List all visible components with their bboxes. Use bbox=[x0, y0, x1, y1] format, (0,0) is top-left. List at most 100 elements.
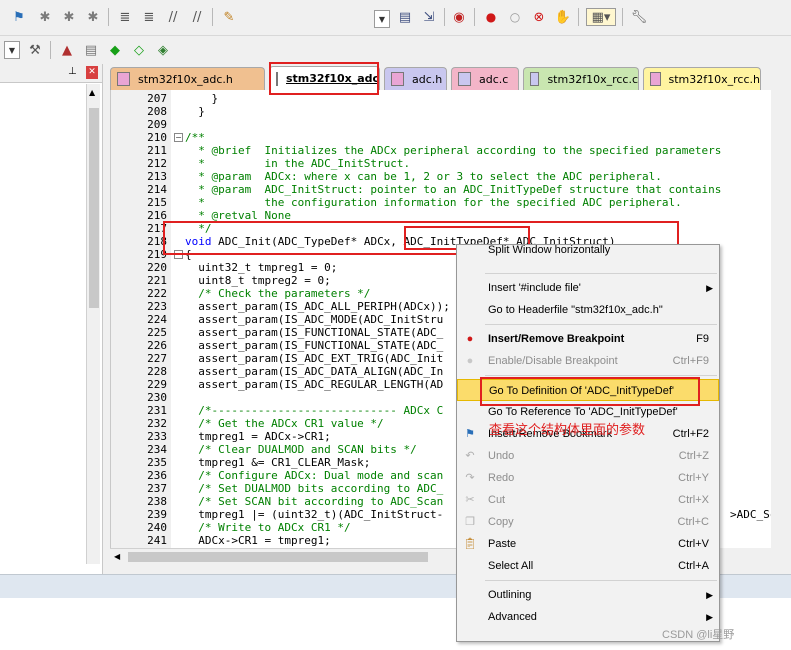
tab-adc-h[interactable]: adc.h bbox=[384, 67, 447, 90]
editor-horizontal-scrollbar[interactable]: ◀ bbox=[110, 548, 456, 565]
build-icon[interactable]: ▤ bbox=[396, 8, 414, 26]
line-number: 219 bbox=[147, 248, 167, 261]
code-line[interactable]: assert_param(IS_FUNCTIONAL_STATE(ADC_ bbox=[185, 339, 443, 352]
project-icon[interactable]: ▲ bbox=[58, 41, 76, 59]
code-line[interactable]: assert_param(IS_ADC_REGULAR_LENGTH(AD bbox=[185, 378, 443, 391]
fold-toggle-icon[interactable]: − bbox=[174, 133, 183, 142]
code-line[interactable]: /* Clear DUALMOD and SCAN bits */ bbox=[185, 443, 417, 456]
code-line[interactable]: { bbox=[185, 248, 192, 261]
settings-icon[interactable]: 🔧︎ bbox=[630, 8, 648, 26]
code-line[interactable]: /* Set DUALMOD bits according to ADC_ bbox=[185, 482, 443, 495]
pack-icon[interactable]: ◈ bbox=[154, 41, 172, 59]
code-line[interactable]: * @brief Initializes the ADCx peripheral… bbox=[185, 144, 721, 157]
code-line[interactable]: /*---------------------------- ADCx C bbox=[185, 404, 443, 417]
project-pane-scrollbar[interactable]: ▲ bbox=[86, 84, 100, 564]
annotation-text: 查看这个结构体里面的参数 bbox=[489, 423, 646, 438]
tab-stm32f10x-rcc-c[interactable]: stm32f10x_rcc.c bbox=[523, 67, 639, 90]
manage-icon[interactable]: ◇ bbox=[130, 41, 148, 59]
flag-icon[interactable]: ⚑ bbox=[10, 8, 28, 26]
dropdown-icon[interactable]: ▼ bbox=[374, 10, 390, 28]
indent-icon[interactable]: ≣ bbox=[116, 8, 134, 26]
code-line[interactable]: tmpreg1 |= (uint32_t)(ADC_InitStruct- bbox=[185, 508, 443, 521]
code-line[interactable]: } bbox=[185, 105, 205, 118]
menu-item-split-window-horizontally[interactable]: Split Window horizontally bbox=[457, 245, 719, 261]
menu-item-cut[interactable]: ✂ Cut Ctrl+X bbox=[457, 489, 719, 511]
code-line[interactable]: */ bbox=[185, 222, 211, 235]
menu-item-outlining[interactable]: Outlining ▶ bbox=[457, 584, 719, 606]
wrench-icon[interactable]: ⚒ bbox=[26, 41, 44, 59]
code-line[interactable]: * in the ADC_InitStruct. bbox=[185, 157, 410, 170]
breakpoint-disable-icon[interactable]: ○ bbox=[506, 8, 524, 26]
open-icon[interactable]: ✎ bbox=[220, 8, 238, 26]
code-line[interactable]: * @retval None bbox=[185, 209, 291, 222]
code-line[interactable]: ADCx->CR1 = tmpreg1; bbox=[185, 534, 330, 547]
diamond-icon[interactable]: ◆ bbox=[106, 41, 124, 59]
menu-item-shortcut: Ctrl+F2 bbox=[672, 428, 709, 440]
submenu-arrow-icon: ▶ bbox=[706, 283, 713, 293]
menu-item-insert-include-file[interactable]: Insert '#include file' ▶ bbox=[457, 277, 719, 299]
code-line[interactable]: assert_param(IS_ADC_ALL_PERIPH(ADCx)); bbox=[185, 300, 450, 313]
tab-stm32f10x-rcc-h[interactable]: stm32f10x_rcc.h bbox=[643, 67, 761, 90]
menu-item-shortcut: Ctrl+Y bbox=[678, 472, 709, 484]
fold-toggle-icon[interactable]: − bbox=[174, 250, 183, 259]
menu-item-paste[interactable]: 📋︎ Paste Ctrl+V bbox=[457, 533, 719, 555]
line-number: 223 bbox=[147, 300, 167, 313]
code-line[interactable]: uint8_t tmpreg2 = 0; bbox=[185, 274, 330, 287]
combo-dropdown-icon[interactable]: ▼ bbox=[4, 41, 20, 59]
editor-scrollbar[interactable] bbox=[771, 90, 791, 548]
stop-icon[interactable]: ✋ bbox=[554, 8, 572, 26]
submenu-arrow-icon: ▶ bbox=[706, 612, 713, 622]
code-line[interactable]: tmpreg1 &= CR1_CLEAR_Mask; bbox=[185, 456, 370, 469]
find-next-icon[interactable]: ✱ bbox=[84, 8, 102, 26]
scroll-up-icon[interactable]: ▲ bbox=[89, 88, 95, 97]
menu-item-go-to-headerfile-stm32f10x-adc-h[interactable]: Go to Headerfile "stm32f10x_adc.h" bbox=[457, 299, 719, 321]
menu-item-undo[interactable]: ↶ Undo Ctrl+Z bbox=[457, 445, 719, 467]
code-line[interactable]: /* Check the parameters */ bbox=[185, 287, 370, 300]
code-line[interactable]: assert_param(IS_ADC_MODE(ADC_InitStru bbox=[185, 313, 443, 326]
code-line[interactable]: assert_param(IS_ADC_EXT_TRIG(ADC_Init bbox=[185, 352, 443, 365]
pin-icon[interactable]: ⊥ bbox=[68, 66, 77, 77]
layout-icon[interactable]: ▤ bbox=[82, 41, 100, 59]
code-line[interactable]: /* Get the ADCx CR1 value */ bbox=[185, 417, 383, 430]
code-line[interactable]: /* Set SCAN bit according to ADC_Scan bbox=[185, 495, 443, 508]
tab-stm32f10x-adc-h[interactable]: stm32f10x_adc.h bbox=[110, 67, 265, 90]
code-line[interactable]: } bbox=[185, 92, 218, 105]
code-line[interactable]: assert_param(IS_ADC_DATA_ALIGN(ADC_In bbox=[185, 365, 443, 378]
breakpoint-icon[interactable]: ● bbox=[482, 8, 500, 26]
menu-item-select-all[interactable]: Select All Ctrl+A bbox=[457, 555, 719, 577]
uncomment-icon[interactable]: // bbox=[188, 8, 206, 26]
kill-breakpoints-icon[interactable]: ⊗ bbox=[530, 8, 548, 26]
menu-item-label: Enable/Disable Breakpoint bbox=[488, 355, 618, 367]
tab-adc-c[interactable]: adc.c bbox=[451, 67, 519, 90]
code-line[interactable]: /* Configure ADCx: Dual mode and scan bbox=[185, 469, 443, 482]
view-icon[interactable]: ▦▾ bbox=[586, 8, 616, 26]
code-line[interactable]: assert_param(IS_FUNCTIONAL_STATE(ADC_ bbox=[185, 326, 443, 339]
find-icon[interactable]: ✱ bbox=[36, 8, 54, 26]
menu-item-advanced[interactable]: Advanced ▶ bbox=[457, 606, 719, 628]
scroll-left-icon[interactable]: ◀ bbox=[114, 552, 120, 561]
menu-item-label: Advanced bbox=[488, 611, 537, 623]
download-icon[interactable]: ⇲ bbox=[420, 8, 438, 26]
code-line[interactable]: /** bbox=[185, 131, 205, 144]
code-line[interactable]: * @param ADCx: where x can be 1, 2 or 3 … bbox=[185, 170, 662, 183]
tab-stm32f10x-adc-c[interactable]: stm32f10x_adc.c bbox=[269, 66, 380, 90]
menu-item-copy[interactable]: ❐ Copy Ctrl+C bbox=[457, 511, 719, 533]
code-line[interactable]: uint32_t tmpreg1 = 0; bbox=[185, 261, 337, 274]
menu-item-go-to-definition-of-adc-inittypedef[interactable]: Go To Definition Of 'ADC_InitTypeDef' bbox=[457, 379, 719, 401]
menu-item-label: Insert/Remove Breakpoint bbox=[488, 333, 625, 345]
menu-item-insert-remove-breakpoint[interactable]: ● Insert/Remove Breakpoint F9 bbox=[457, 328, 719, 350]
line-number: 216 bbox=[147, 209, 167, 222]
comment-icon[interactable]: // bbox=[164, 8, 182, 26]
debug-icon[interactable]: ◉ bbox=[450, 8, 468, 26]
code-line[interactable]: * @param ADC_InitStruct: pointer to an A… bbox=[185, 183, 721, 196]
code-line[interactable]: /* Write to ADCx CR1 */ bbox=[185, 521, 350, 534]
find-prev-icon[interactable]: ✱ bbox=[60, 8, 78, 26]
menu-item-enable-disable-breakpoint[interactable]: ● Enable/Disable Breakpoint Ctrl+F9 bbox=[457, 350, 719, 372]
code-line[interactable]: * the configuration information for the … bbox=[185, 196, 681, 209]
outdent-icon[interactable]: ≣ bbox=[140, 8, 158, 26]
scrollbar-thumb[interactable] bbox=[89, 108, 99, 308]
hscroll-thumb[interactable] bbox=[128, 552, 428, 562]
code-line[interactable]: tmpreg1 = ADCx->CR1; bbox=[185, 430, 330, 443]
menu-item-redo[interactable]: ↷ Redo Ctrl+Y bbox=[457, 467, 719, 489]
close-icon[interactable]: ✕ bbox=[86, 66, 98, 79]
